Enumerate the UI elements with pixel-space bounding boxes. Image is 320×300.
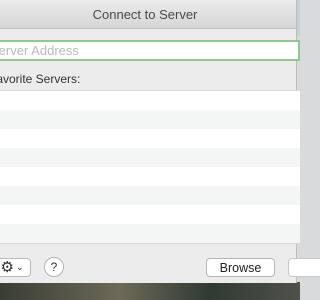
chevron-down-icon: ⌄ xyxy=(15,262,24,272)
help-button[interactable]: ? xyxy=(44,257,64,277)
favorite-servers-label: Favorite Servers: xyxy=(0,72,81,86)
connect-to-server-window: Connect to Server Favorite Servers: ⚙ ⌄ … xyxy=(0,0,320,284)
favorite-servers-header: Favorite Servers: xyxy=(0,68,296,90)
window-title: Connect to Server xyxy=(92,7,198,22)
desktop-background-bottom xyxy=(0,282,300,300)
list-row[interactable] xyxy=(0,129,300,148)
connect-button[interactable] xyxy=(288,258,320,277)
gear-icon: ⚙ xyxy=(0,259,14,276)
list-row[interactable] xyxy=(0,224,300,243)
list-row[interactable] xyxy=(0,148,300,167)
list-row[interactable] xyxy=(0,205,300,224)
server-address-field[interactable] xyxy=(0,40,300,61)
server-address-input[interactable] xyxy=(0,42,298,59)
list-row[interactable] xyxy=(0,110,300,129)
list-row[interactable] xyxy=(0,186,300,205)
title-bar: Connect to Server xyxy=(0,0,296,29)
list-row[interactable] xyxy=(0,91,300,110)
list-row[interactable] xyxy=(0,167,300,186)
window-footer: ⚙ ⌄ ? Browse xyxy=(0,248,320,284)
action-menu-button[interactable]: ⚙ ⌄ xyxy=(0,258,31,277)
favorite-servers-list[interactable] xyxy=(0,90,300,244)
browse-button[interactable]: Browse xyxy=(206,258,275,277)
